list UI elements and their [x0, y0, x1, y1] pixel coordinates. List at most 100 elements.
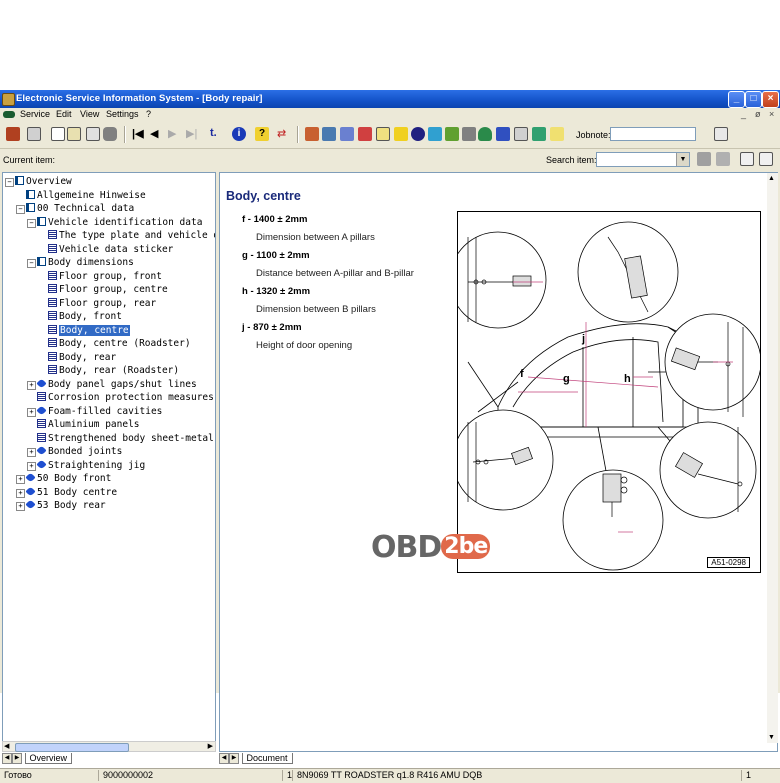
module-15-icon[interactable] [550, 127, 564, 141]
tree-item[interactable]: − Body dimensions [27, 256, 134, 269]
first-page-icon[interactable]: |◀ [132, 127, 146, 141]
edit-document-icon[interactable] [67, 127, 81, 141]
tree-item[interactable]: Vehicle data sticker [38, 243, 173, 256]
collapse-icon[interactable]: − [27, 218, 36, 228]
collapse-icon[interactable]: − [16, 205, 25, 214]
tree-item[interactable]: Body, rear (Roadster) [38, 364, 179, 377]
mdi-close-button[interactable]: × [769, 109, 774, 119]
module-12-icon[interactable] [496, 127, 510, 141]
vehicle-icon[interactable] [103, 127, 117, 141]
close-button[interactable]: × [762, 91, 779, 108]
document-vertical-scrollbar[interactable]: ▲ ▼ [767, 173, 778, 743]
tree-scroll-thumb[interactable] [15, 743, 129, 752]
tree-horizontal-scrollbar[interactable]: ◀ ▶ [2, 741, 216, 752]
figure-code: A51-0298 [707, 557, 750, 568]
expand-icon[interactable]: + [27, 407, 36, 417]
tree-tab-next-button[interactable]: ▶ [12, 753, 22, 764]
tree-item[interactable]: Corrosion protection measures [27, 391, 214, 404]
expand-icon[interactable]: + [16, 488, 25, 498]
go-up-icon[interactable]: t. [210, 127, 224, 141]
tree-item[interactable]: Floor group, front [38, 270, 162, 283]
tree-item[interactable]: + Bonded joints [27, 445, 122, 458]
menu-view[interactable]: View [80, 109, 99, 119]
module-3-icon[interactable] [340, 127, 354, 141]
search-dropdown-button[interactable]: ▼ [676, 153, 689, 166]
tree-item[interactable]: Body, centre (Roadster) [38, 337, 191, 350]
tree-item[interactable]: +51 Body centre [16, 485, 117, 499]
info-icon[interactable]: i [232, 127, 246, 141]
tree-item[interactable]: Aluminium panels [27, 418, 140, 431]
tree-item[interactable]: Body, front [38, 310, 122, 323]
tree-item[interactable]: Strengthened body sheet-metal [27, 432, 214, 445]
doc-tab-next-button[interactable]: ▶ [229, 753, 239, 764]
last-page-icon[interactable]: ▶| [186, 127, 200, 141]
tree-item[interactable]: Floor group, centre [38, 283, 168, 296]
clipboard-icon[interactable] [714, 127, 728, 141]
doc-tab-prev-button[interactable]: ◀ [219, 753, 229, 764]
document-icon [48, 311, 57, 320]
tree-item-label: Straightening jig [48, 459, 146, 471]
previous-page-icon[interactable]: ◀ [150, 127, 164, 141]
jobnote-field[interactable] [610, 127, 696, 141]
tree-tab-prev-button[interactable]: ◀ [2, 753, 12, 764]
tab-document[interactable]: Document [241, 753, 293, 764]
tree-item[interactable]: + Body panel gaps/shut lines [27, 377, 197, 391]
collapse-icon[interactable]: − [5, 178, 14, 187]
search-input[interactable]: ▼ [596, 152, 690, 167]
help-icon[interactable]: ? [255, 127, 269, 141]
new-document-icon[interactable] [51, 127, 65, 141]
module-2-icon[interactable] [322, 127, 336, 141]
tree-item[interactable]: + Straightening jig [27, 458, 146, 472]
tree-item[interactable]: +50 Body front [16, 472, 111, 485]
expand-icon[interactable]: + [27, 380, 36, 390]
expand-icon[interactable]: + [16, 475, 25, 484]
find-next-icon[interactable] [716, 152, 730, 166]
figure-label-h: h [624, 373, 631, 385]
mdi-restore-button[interactable]: ø [755, 109, 761, 119]
tree-item-label: Aluminium panels [48, 419, 140, 430]
module-4-icon[interactable] [358, 127, 372, 141]
tree-item[interactable]: Allgemeine Hinweise [16, 189, 146, 202]
tree-item[interactable]: − Vehicle identification data [27, 216, 202, 229]
module-10-icon[interactable] [462, 127, 476, 141]
menu-settings[interactable]: Settings [106, 109, 139, 119]
zoom-in-icon[interactable] [740, 152, 754, 166]
notes-icon[interactable] [86, 127, 100, 141]
expand-icon[interactable]: + [27, 448, 36, 457]
title-bar[interactable]: Electronic Service Information System - … [0, 90, 780, 108]
mdi-minimize-button[interactable]: _ [741, 109, 746, 119]
module-9-icon[interactable] [445, 127, 459, 141]
tab-overview[interactable]: Overview [24, 753, 73, 764]
menu-help[interactable]: ? [146, 109, 151, 119]
tree-item[interactable]: +53 Body rear [16, 499, 106, 512]
tree-item[interactable]: Body, rear [38, 351, 116, 364]
menu-edit[interactable]: Edit [56, 109, 72, 119]
expand-icon[interactable]: + [27, 461, 36, 471]
module-5-icon[interactable] [376, 127, 390, 141]
module-7-icon[interactable] [411, 127, 425, 141]
tree-item[interactable]: − 00 Technical data [16, 202, 134, 215]
print-icon[interactable] [27, 127, 41, 141]
tree-item[interactable]: Body, centre [38, 324, 130, 337]
minimize-button[interactable]: _ [728, 91, 745, 108]
tree-item[interactable]: + Foam-filled cavities [27, 404, 162, 418]
zoom-out-icon[interactable] [759, 152, 773, 166]
tree-item[interactable]: − Overview [5, 175, 72, 188]
tree-item[interactable]: Floor group, rear [38, 297, 156, 310]
module-8-icon[interactable] [428, 127, 442, 141]
user-icon[interactable] [6, 127, 20, 141]
status-count: 1 [741, 770, 751, 781]
next-page-icon[interactable]: ▶ [168, 127, 182, 141]
collapse-icon[interactable]: − [27, 259, 36, 268]
module-14-icon[interactable] [532, 127, 546, 141]
expand-icon[interactable]: + [16, 502, 25, 511]
module-11-icon[interactable] [478, 127, 492, 141]
warning-icon[interactable] [394, 127, 408, 141]
tree-item[interactable]: The type plate and vehicle data [38, 229, 215, 242]
module-1-icon[interactable] [305, 127, 319, 141]
swap-icon[interactable]: ⇄ [277, 127, 291, 141]
binoculars-icon[interactable] [697, 152, 711, 166]
module-13-icon[interactable] [514, 127, 528, 141]
menu-service[interactable]: Service [20, 109, 50, 119]
maximize-button[interactable]: □ [745, 91, 762, 108]
